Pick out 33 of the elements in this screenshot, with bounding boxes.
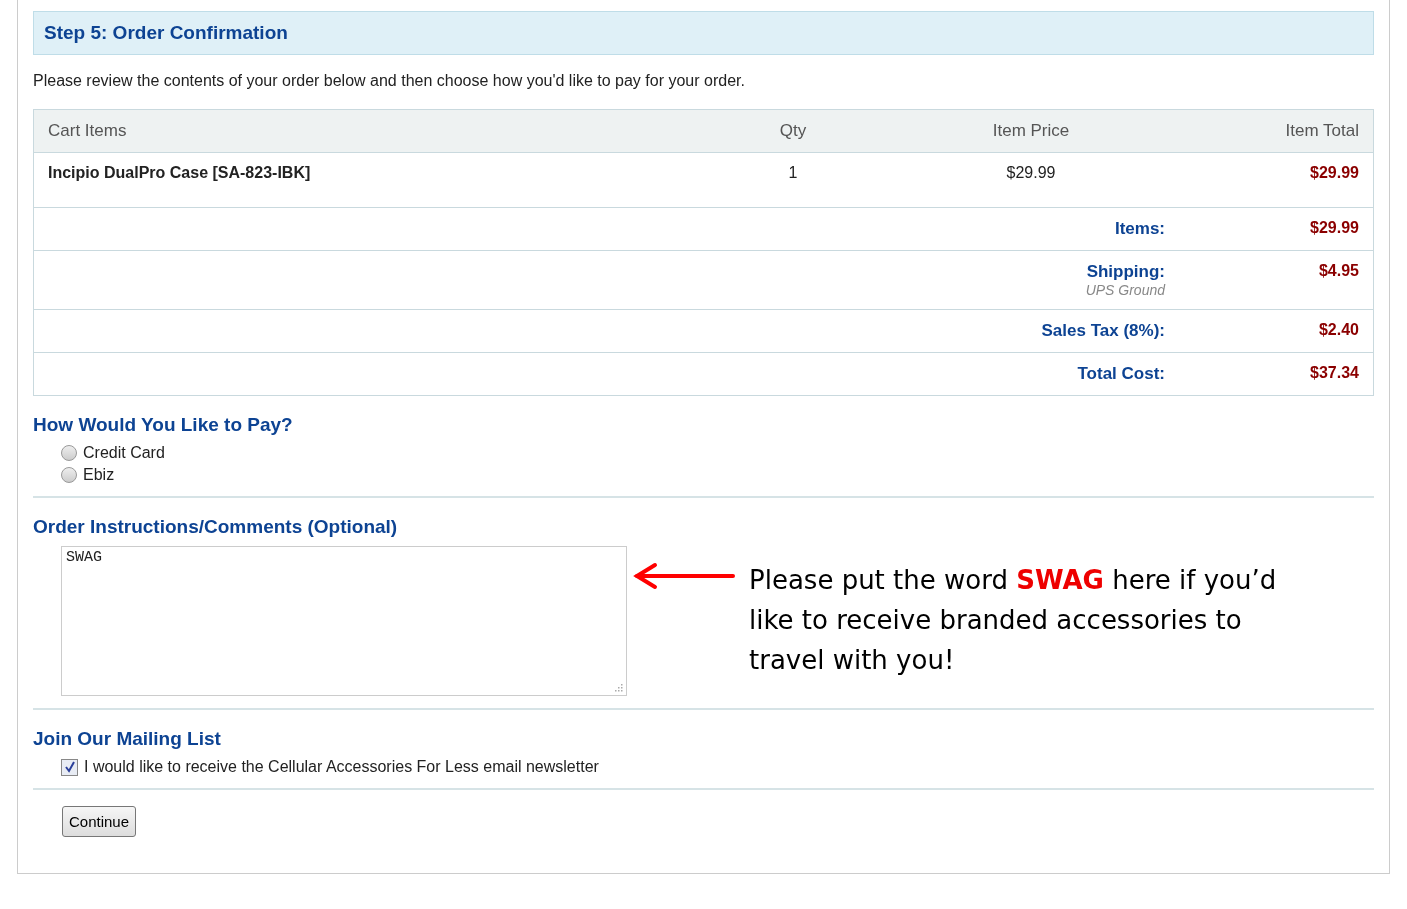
checkbox-label[interactable]: I would like to receive the Cellular Accessories For Less email newsletter xyxy=(84,758,599,776)
annotation-text: Please put the word SWAG here if you’d like to receive branded accessories to travel with you! xyxy=(749,564,1278,677)
summary-label: Items: xyxy=(1113,219,1165,239)
continue-button[interactable]: Continue xyxy=(62,806,137,837)
column-header: Qty xyxy=(719,109,867,153)
step-title: Step 5: Order Confirmation xyxy=(44,22,288,43)
resize-grip-icon[interactable] xyxy=(615,684,623,692)
radio-button[interactable] xyxy=(61,445,77,461)
option-label[interactable]: Ebiz xyxy=(83,466,115,484)
summary-value: $29.99 xyxy=(1195,207,1374,251)
summary-label: Shipping: xyxy=(1085,262,1165,282)
radio-button[interactable] xyxy=(61,467,77,483)
column-header: Item Price xyxy=(867,109,1195,153)
item-name: Incipio DualPro Case [SA-823-IBK] xyxy=(33,152,719,208)
summary-label: Sales Tax (8%): xyxy=(1040,321,1165,341)
shipping-method: UPS Ground xyxy=(1084,282,1165,298)
section-heading: How Would You Like to Pay? xyxy=(33,414,294,436)
section-heading: Order Instructions/Comments (Optional) xyxy=(33,516,399,538)
column-header: Cart Items xyxy=(33,109,719,153)
summary-value: $37.34 xyxy=(1195,352,1374,396)
summary-value: $4.95 xyxy=(1195,250,1374,310)
section-heading: Join Our Mailing List xyxy=(33,728,222,750)
qty-cell: 1 xyxy=(719,152,867,208)
summary-label: Total Cost: xyxy=(1076,364,1165,384)
comments-field[interactable]: SWAG xyxy=(61,546,627,696)
price-cell: $29.99 xyxy=(867,152,1195,208)
checkbox[interactable] xyxy=(61,758,78,776)
arrow-icon xyxy=(633,562,735,590)
column-header: Item Total xyxy=(1195,109,1374,153)
total-cell: $29.99 xyxy=(1195,152,1374,208)
option-label[interactable]: Credit Card xyxy=(83,444,165,462)
intro-text: Please review the contents of your order below and then choose how you'd like to pay for your order. xyxy=(33,72,746,90)
summary-value: $2.40 xyxy=(1195,309,1374,353)
